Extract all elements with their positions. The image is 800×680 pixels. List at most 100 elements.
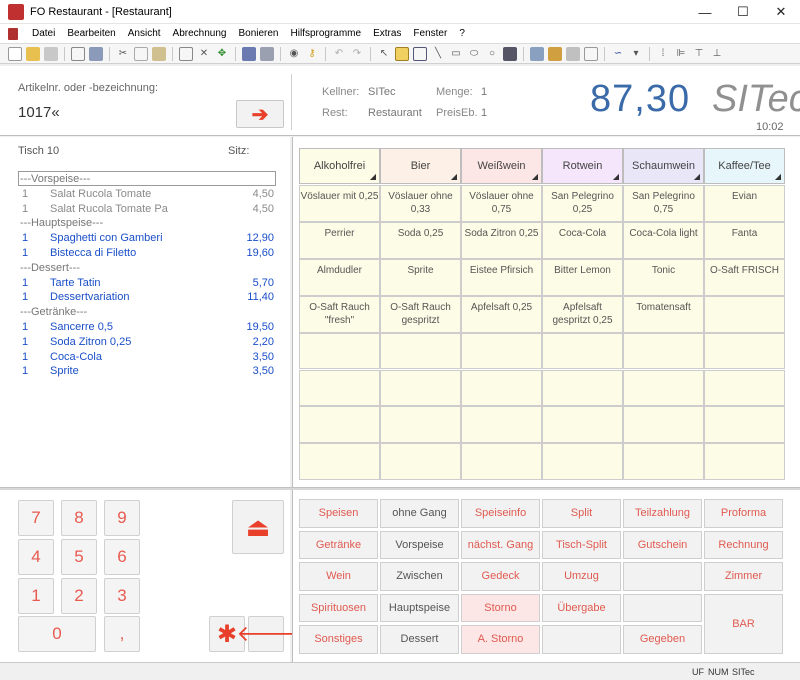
article-button[interactable]: Vöslauer ohne 0,33 <box>380 185 461 222</box>
key-7[interactable]: 7 <box>18 500 54 536</box>
category-tab[interactable]: Bier ◢ <box>380 148 461 184</box>
eye-icon[interactable]: ◉ <box>287 47 301 61</box>
order-line[interactable]: 1 Spaghetti con Gamberi 12,90 <box>18 231 276 246</box>
empty-article-slot[interactable] <box>299 369 380 407</box>
new-file-icon[interactable] <box>8 46 22 61</box>
empty-article-slot[interactable] <box>704 443 785 481</box>
menu-bearbeiten[interactable]: Bearbeiten <box>61 28 121 39</box>
redo-icon[interactable]: ↷ <box>350 47 364 61</box>
ellipse-tool-icon[interactable]: ⬭ <box>467 47 481 61</box>
menu-ansicht[interactable]: Ansicht <box>122 28 167 39</box>
empty-article-slot[interactable] <box>704 332 785 370</box>
article-button[interactable]: Perrier <box>299 221 380 259</box>
panel-icon[interactable] <box>566 46 580 61</box>
key-2[interactable]: 2 <box>61 578 97 614</box>
empty-article-slot[interactable] <box>461 332 542 370</box>
empty-article-slot[interactable] <box>542 332 623 370</box>
image-tool-icon[interactable] <box>413 46 427 61</box>
order-line[interactable]: 1 Coca-Cola 3,50 <box>18 350 276 365</box>
paste-icon[interactable] <box>152 46 166 61</box>
empty-article-slot[interactable] <box>461 443 542 481</box>
empty-article-slot[interactable] <box>704 295 785 333</box>
function-button[interactable]: Vorspeise <box>380 530 459 559</box>
maximize-button[interactable]: ☐ <box>724 0 762 24</box>
empty-article-slot[interactable] <box>542 443 623 481</box>
fill-tool-icon[interactable] <box>503 46 517 61</box>
print-icon[interactable] <box>89 46 103 61</box>
empty-article-slot[interactable] <box>380 369 461 407</box>
function-button[interactable]: Spirituosen <box>299 593 378 622</box>
article-button[interactable]: Tomatensaft <box>623 295 704 333</box>
print-preview-icon[interactable] <box>71 46 85 61</box>
function-button[interactable]: Gegeben <box>623 625 702 654</box>
window-icon[interactable] <box>584 46 598 61</box>
align-icon[interactable]: ⊫ <box>674 47 688 61</box>
function-button[interactable]: Rechnung <box>704 530 783 559</box>
article-button[interactable]: O-Saft Rauch "fresh" <box>299 295 380 333</box>
function-button[interactable]: Sonstiges <box>299 625 378 654</box>
key-0[interactable]: 0 <box>18 616 96 652</box>
empty-article-slot[interactable] <box>299 443 380 481</box>
course-header[interactable]: ---Hauptspeise--- <box>18 216 276 231</box>
pointer-icon[interactable]: ↖ <box>377 47 391 61</box>
screen-icon[interactable] <box>260 46 274 61</box>
function-button[interactable]: Zimmer <box>704 562 783 591</box>
empty-article-slot[interactable] <box>623 406 704 444</box>
empty-article-slot[interactable] <box>623 332 704 370</box>
grid-dots-icon[interactable]: ⁞ <box>656 47 670 61</box>
list-icon[interactable] <box>242 46 256 61</box>
line-tool-icon[interactable]: ╲ <box>431 47 445 61</box>
empty-article-slot[interactable] <box>299 406 380 444</box>
function-button[interactable]: Zwischen <box>380 562 459 591</box>
empty-article-slot[interactable] <box>380 406 461 444</box>
article-button[interactable]: O-Saft Rauch gespritzt <box>380 295 461 333</box>
function-button[interactable]: Übergabe <box>542 593 621 622</box>
category-tab[interactable]: Rotwein ◢ <box>542 148 623 184</box>
curve-icon[interactable]: ∽ <box>611 47 625 61</box>
menu-extras[interactable]: Extras <box>367 28 407 39</box>
article-button[interactable]: Soda 0,25 <box>380 221 461 259</box>
function-button[interactable]: Wein <box>299 562 378 591</box>
article-button[interactable]: Apfelsaft 0,25 <box>461 295 542 333</box>
empty-article-slot[interactable] <box>542 406 623 444</box>
article-button[interactable]: Apfelsaft gespritzt 0,25 <box>542 295 623 333</box>
empty-function-slot[interactable] <box>542 625 621 654</box>
empty-function-slot[interactable] <box>623 593 702 622</box>
key-6[interactable]: 6 <box>104 539 140 575</box>
course-header[interactable]: ---Dessert--- <box>18 261 276 276</box>
empty-article-slot[interactable] <box>542 369 623 407</box>
article-button[interactable]: Vöslauer mit 0,25 <box>299 185 380 222</box>
empty-article-slot[interactable] <box>461 406 542 444</box>
function-button[interactable]: Gedeck <box>461 562 540 591</box>
function-button[interactable]: A. Storno <box>461 625 540 654</box>
article-button[interactable]: Tonic <box>623 258 704 296</box>
empty-article-slot[interactable] <box>704 406 785 444</box>
article-button[interactable]: Soda Zitron 0,25 <box>461 221 542 259</box>
function-button[interactable]: Gutschein <box>623 530 702 559</box>
cut-icon[interactable]: ✂ <box>116 47 130 61</box>
menu-help[interactable]: ? <box>453 28 471 39</box>
function-button[interactable]: Teilzahlung <box>623 499 702 528</box>
category-tab[interactable]: Kaffee/Tee ◢ <box>704 148 785 184</box>
category-tab[interactable]: Weißwein ◢ <box>461 148 542 184</box>
order-line[interactable]: 1 Sancerre 0,5 19,50 <box>18 320 276 335</box>
empty-article-slot[interactable] <box>461 369 542 407</box>
key-3[interactable]: 3 <box>104 578 140 614</box>
function-button[interactable]: Umzug <box>542 562 621 591</box>
category-tab[interactable]: Alkoholfrei ◢ <box>299 148 380 184</box>
dropdown-arrow-icon[interactable]: ▾ <box>629 47 643 61</box>
article-button[interactable]: Eistee Pfirsich <box>461 258 542 296</box>
article-button[interactable]: Bitter Lemon <box>542 258 623 296</box>
circle-tool-icon[interactable]: ○ <box>485 47 499 61</box>
undo-icon[interactable]: ↶ <box>332 47 346 61</box>
article-button[interactable]: Coca-Cola <box>542 221 623 259</box>
move-icon[interactable]: ✥ <box>215 47 229 61</box>
function-button[interactable]: nächst. Gang <box>461 530 540 559</box>
save-icon[interactable] <box>44 46 58 61</box>
order-line[interactable]: 1 Salat Rucola Tomate 4,50 <box>18 187 276 202</box>
insert-icon[interactable] <box>179 46 193 61</box>
course-header[interactable]: ---Getränke--- <box>18 305 276 320</box>
function-button[interactable]: Speiseinfo <box>461 499 540 528</box>
eject-button[interactable]: ⏏ <box>232 500 284 554</box>
key-5[interactable]: 5 <box>61 539 97 575</box>
